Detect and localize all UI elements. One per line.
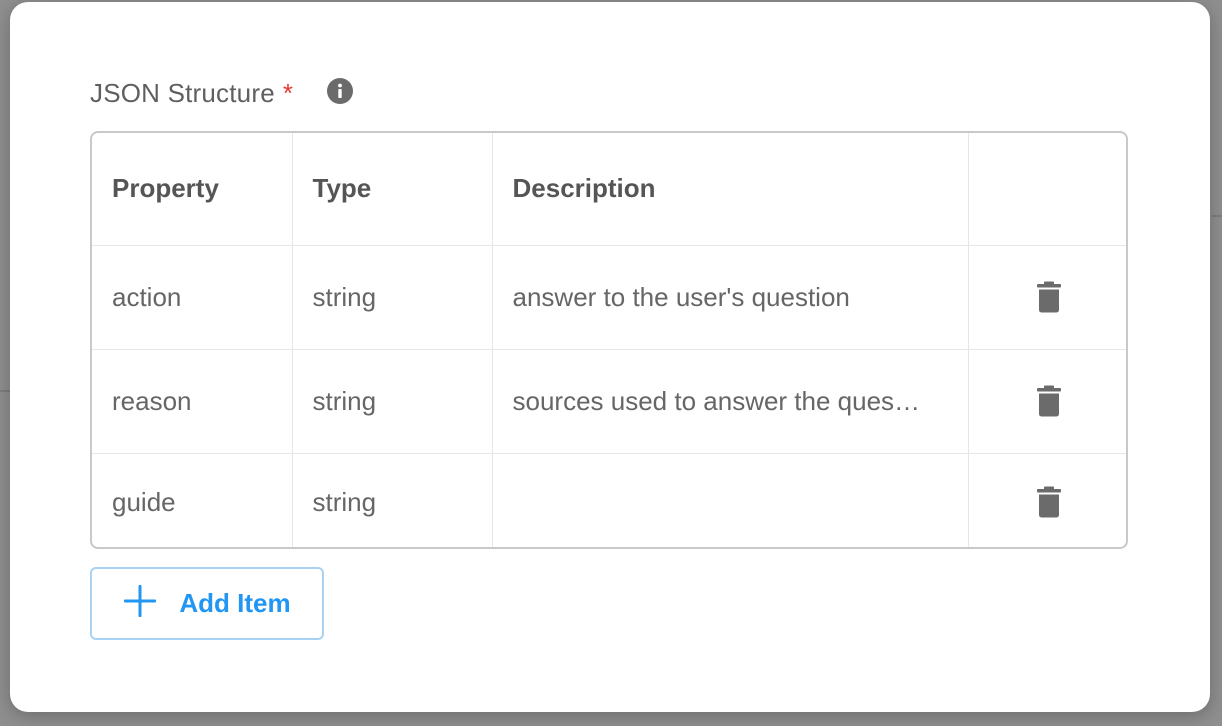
trash-icon[interactable]	[1027, 275, 1071, 319]
table-row: reason string sources used to answer the…	[92, 349, 1126, 454]
field-label-row: JSON Structure *	[90, 74, 353, 112]
info-icon[interactable]	[326, 78, 353, 104]
trash-icon[interactable]	[1027, 379, 1071, 423]
actions-cell	[968, 349, 1126, 454]
actions-cell	[968, 453, 1126, 547]
actions-cell	[968, 245, 1126, 350]
property-cell[interactable]: reason	[92, 349, 293, 454]
trash-icon[interactable]	[1027, 480, 1071, 524]
table-row: guide string	[92, 453, 1126, 547]
type-cell[interactable]: string	[292, 245, 493, 350]
type-cell[interactable]: string	[292, 349, 493, 454]
column-header-description: Description	[492, 133, 969, 246]
type-cell[interactable]: string	[292, 453, 493, 547]
property-cell[interactable]: guide	[92, 453, 293, 547]
table-header-row: Property Type Description	[92, 133, 1126, 246]
add-item-button[interactable]: Add Item	[90, 567, 324, 640]
add-item-label: Add Item	[179, 588, 291, 618]
json-structure-table: Property Type Description action string …	[90, 131, 1128, 549]
table-row: action string answer to the user's quest…	[92, 245, 1126, 350]
background-canvas-line	[0, 390, 10, 392]
description-cell[interactable]: answer to the user's question	[492, 245, 969, 350]
background-canvas-line	[1212, 215, 1222, 217]
column-header-property: Property	[92, 133, 293, 246]
description-cell[interactable]	[492, 453, 969, 547]
plus-icon	[123, 584, 157, 623]
column-header-type: Type	[292, 133, 493, 246]
description-cell[interactable]: sources used to answer the ques…	[492, 349, 969, 454]
field-label: JSON Structure	[90, 77, 275, 108]
property-cell[interactable]: action	[92, 245, 293, 350]
json-structure-dialog: JSON Structure * Property Type Descripti…	[10, 2, 1210, 712]
column-header-actions	[968, 133, 1126, 246]
required-marker: *	[282, 77, 293, 108]
